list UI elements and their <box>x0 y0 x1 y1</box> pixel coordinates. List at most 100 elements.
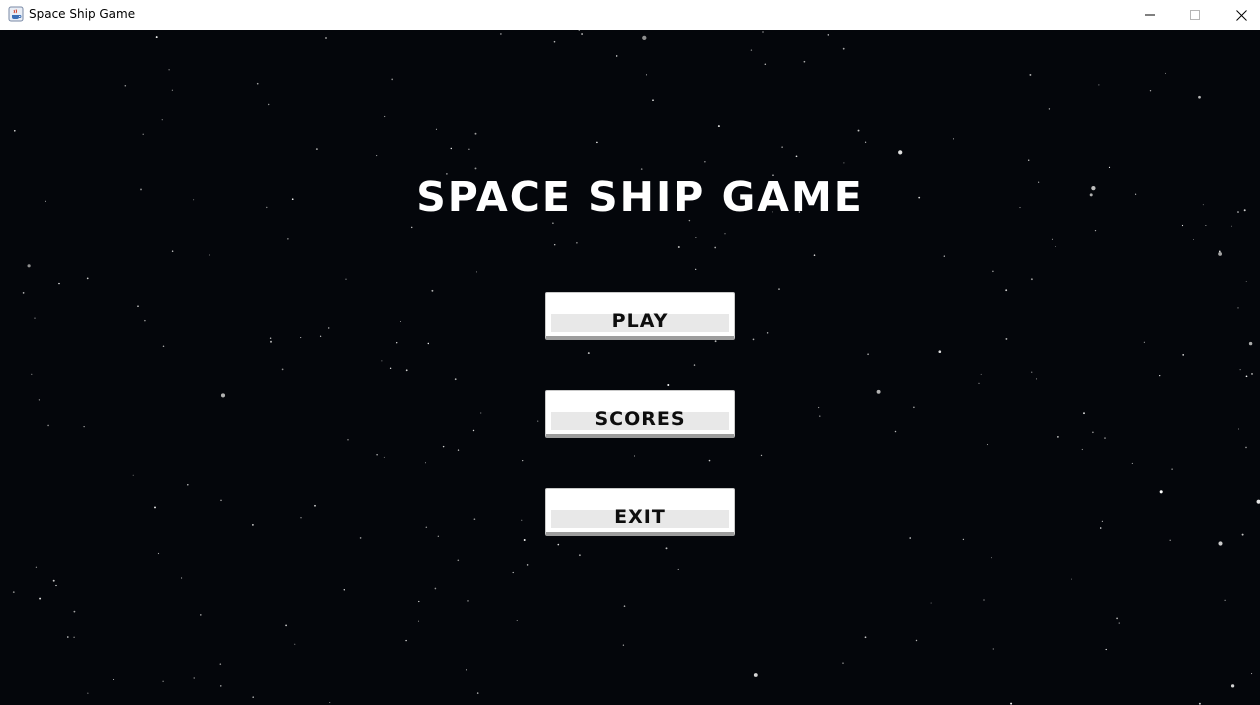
star <box>220 499 222 502</box>
star <box>642 35 647 41</box>
star <box>405 369 408 372</box>
title-bar[interactable]: Space Ship Game <box>0 0 1260 30</box>
star <box>665 547 668 550</box>
star <box>1116 617 1118 620</box>
star <box>857 129 860 132</box>
maximize-button[interactable] <box>1172 0 1218 30</box>
star <box>1149 90 1152 92</box>
star <box>693 364 696 366</box>
star <box>578 554 581 557</box>
star <box>476 692 479 694</box>
star <box>418 600 420 603</box>
star <box>269 337 272 339</box>
star <box>476 271 477 273</box>
star <box>327 327 330 329</box>
star <box>842 662 844 664</box>
star <box>171 89 174 91</box>
star <box>381 360 383 362</box>
star <box>1171 468 1173 470</box>
exit-button[interactable]: EXIT <box>545 488 735 536</box>
star <box>992 270 994 273</box>
star <box>171 250 174 252</box>
star <box>640 168 643 170</box>
star <box>1083 412 1085 415</box>
star <box>645 74 648 76</box>
star <box>73 610 76 613</box>
star <box>1094 229 1097 232</box>
star <box>285 624 287 627</box>
star <box>38 399 41 401</box>
star <box>980 373 982 375</box>
star <box>1256 499 1260 504</box>
star <box>144 319 146 322</box>
star <box>512 571 514 574</box>
star <box>1193 239 1194 240</box>
star <box>457 449 460 451</box>
star <box>86 277 89 280</box>
star <box>1245 375 1248 378</box>
star <box>1159 490 1163 494</box>
star <box>287 238 289 240</box>
star <box>47 424 49 427</box>
star <box>315 148 318 151</box>
star <box>329 702 331 704</box>
star <box>1198 702 1201 705</box>
star <box>909 537 911 539</box>
star <box>396 342 398 344</box>
star <box>990 557 992 559</box>
scores-button[interactable]: SCORES <box>545 390 735 438</box>
star <box>417 620 420 622</box>
star <box>764 63 767 65</box>
star <box>753 673 758 677</box>
star <box>252 524 254 526</box>
play-button[interactable]: PLAY <box>545 292 735 340</box>
minimize-button[interactable] <box>1127 0 1173 30</box>
window-title: Space Ship Game <box>29 7 136 21</box>
star <box>677 246 680 248</box>
minimize-icon <box>1145 10 1155 20</box>
star <box>1164 72 1167 74</box>
star <box>480 412 482 414</box>
star <box>760 454 763 457</box>
star <box>717 125 720 128</box>
star <box>803 60 806 63</box>
star <box>376 155 378 157</box>
star <box>1251 673 1253 675</box>
star <box>155 36 158 39</box>
star <box>1030 278 1033 281</box>
star <box>161 119 163 121</box>
star <box>219 663 222 665</box>
star <box>87 692 89 694</box>
star <box>752 338 755 341</box>
star <box>864 141 867 143</box>
star <box>73 636 75 638</box>
star <box>938 350 942 354</box>
star <box>1118 622 1120 624</box>
star <box>983 599 985 601</box>
star <box>450 147 453 150</box>
close-button[interactable] <box>1218 0 1260 30</box>
star <box>132 474 134 476</box>
star <box>704 161 706 163</box>
star <box>898 150 903 155</box>
star <box>842 47 845 50</box>
star <box>1051 238 1053 240</box>
star <box>168 69 170 71</box>
star <box>13 129 16 132</box>
star <box>1239 369 1241 371</box>
star <box>1104 437 1106 439</box>
star <box>270 340 272 343</box>
star <box>1218 541 1223 546</box>
star <box>817 406 820 409</box>
star <box>867 353 869 356</box>
star <box>410 226 413 229</box>
star <box>12 591 15 593</box>
star <box>472 429 475 432</box>
star <box>187 484 189 486</box>
star <box>596 141 598 144</box>
star <box>325 37 327 39</box>
star <box>1181 224 1184 227</box>
star <box>1099 527 1102 529</box>
star <box>83 426 85 428</box>
star <box>813 254 816 256</box>
